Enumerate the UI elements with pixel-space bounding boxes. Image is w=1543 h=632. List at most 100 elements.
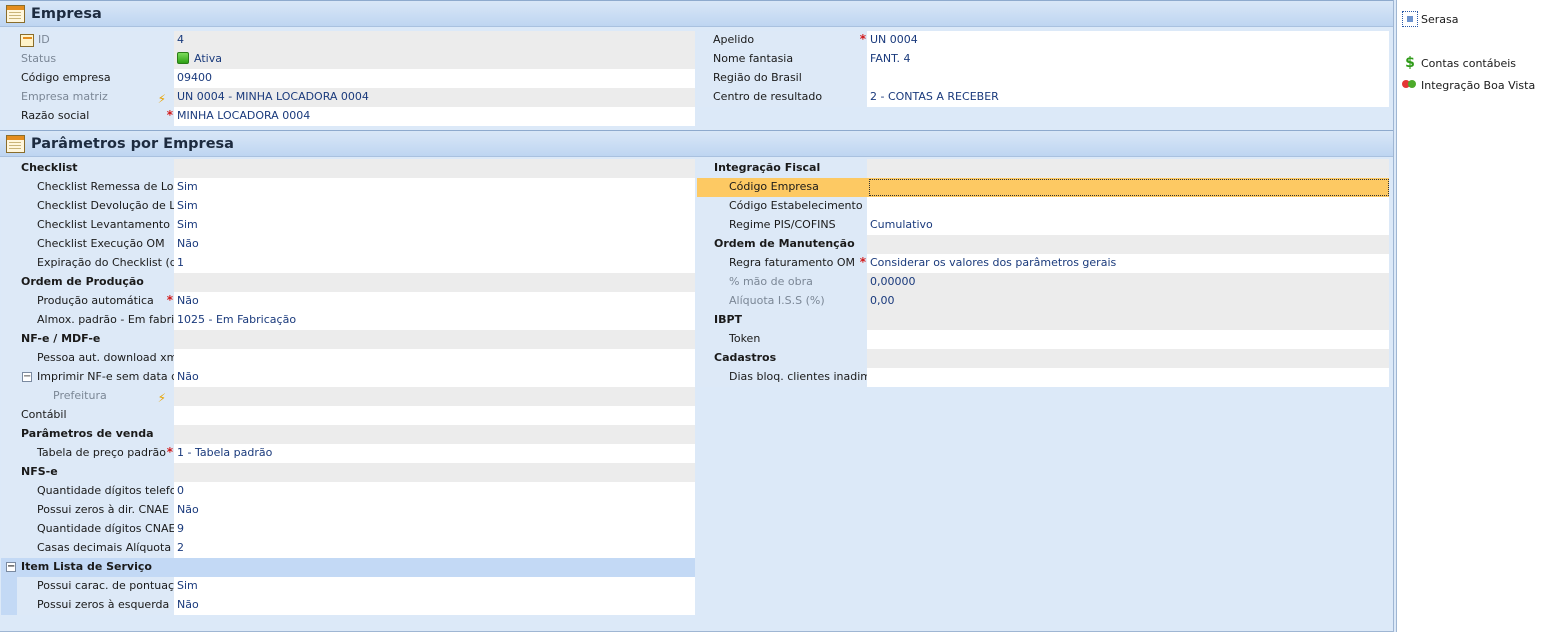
category-nfse[interactable]: NFS-e — [1, 463, 695, 482]
regiao-field[interactable] — [867, 69, 1389, 88]
row-token[interactable]: Token — [697, 330, 1389, 349]
status-value[interactable]: Ativa — [174, 50, 695, 69]
mao-obra-value[interactable]: 0,00000 — [867, 273, 1389, 292]
row-regime[interactable]: Regime PIS/COFINS Cumulativo — [697, 216, 1389, 235]
category-value — [174, 273, 695, 292]
row-codigo-empresa[interactable]: Código empresa 09400 — [1, 69, 695, 88]
row-almox[interactable]: Almox. padrão - Em fabricação 1025 - Em … — [1, 311, 695, 330]
row-empresa-matriz[interactable]: Empresa matriz ⚡ UN 0004 - MINHA LOCADOR… — [1, 88, 695, 107]
zeros-esquerda-field[interactable]: Não — [174, 596, 695, 615]
aliquota-iss-value[interactable]: 0,00 — [867, 292, 1389, 311]
row-zeros-cnae[interactable]: Possui zeros à dir. CNAE Não — [1, 501, 695, 520]
parametros-header[interactable]: Parâmetros por Empresa — [0, 130, 1393, 157]
lightning-icon[interactable]: ⚡ — [158, 389, 166, 406]
checklist-devolucao-field[interactable]: Sim — [174, 197, 695, 216]
category-nfe[interactable]: NF-e / MDF-e — [1, 330, 695, 349]
zeros-cnae-label: Possui zeros à dir. CNAE — [1, 501, 174, 520]
collapse-icon[interactable]: − — [6, 562, 16, 572]
row-zeros-esquerda[interactable]: Possui zeros à esquerda Não — [1, 596, 695, 615]
category-label: NFS-e — [1, 463, 174, 482]
required-asterisk: * — [166, 108, 173, 122]
expiracao-field[interactable]: 1 — [174, 254, 695, 273]
empresa-matriz-value[interactable]: UN 0004 - MINHA LOCADORA 0004 — [174, 88, 695, 107]
row-qtd-cnae[interactable]: Quantidade dígitos CNAE 9 — [1, 520, 695, 539]
row-tabela-preco[interactable]: Tabela de preço padrão * 1 - Tabela padrã… — [1, 444, 695, 463]
row-nome-fantasia[interactable]: Nome fantasia FANT. 4 — [697, 50, 1389, 69]
razao-social-field[interactable]: MINHA LOCADORA 0004 — [174, 107, 695, 126]
row-carac-pontuacao[interactable]: Possui carac. de pontuação Sim — [1, 577, 695, 596]
integracao-boa-vista-link[interactable]: Integração Boa Vista — [1402, 76, 1535, 94]
producao-automatica-field[interactable]: Não — [174, 292, 695, 311]
row-expiracao[interactable]: Expiração do Checklist (dias) 1 — [1, 254, 695, 273]
category-integracao-fiscal[interactable]: Integração Fiscal — [697, 159, 1389, 178]
regra-faturamento-field[interactable]: Considerar os valores dos parâmetros ger… — [867, 254, 1389, 273]
empresa-header[interactable]: Empresa — [0, 0, 1393, 27]
lightning-icon[interactable]: ⚡ — [158, 90, 166, 107]
category-ordem-manut[interactable]: Ordem de Manutenção — [697, 235, 1389, 254]
contas-contabeis-link[interactable]: $ Contas contábeis — [1402, 54, 1516, 72]
row-checklist-execucao[interactable]: Checklist Execução OM Não — [1, 235, 695, 254]
row-contabil[interactable]: Contábil — [1, 406, 695, 425]
row-centro-resultado[interactable]: Centro de resultado 2 - CONTAS A RECEBER — [697, 88, 1389, 107]
row-producao-automatica[interactable]: Produção automática * Não — [1, 292, 695, 311]
qtd-telefone-field[interactable]: 0 — [174, 482, 695, 501]
row-checklist-remessa[interactable]: Checklist Remessa de Locação Sim — [1, 178, 695, 197]
imprimir-nfe-field[interactable]: Não — [174, 368, 695, 387]
casas-iss-field[interactable]: 2 — [174, 539, 695, 558]
row-apelido[interactable]: Apelido * UN 0004 — [697, 31, 1389, 50]
carac-pontuacao-field[interactable]: Sim — [174, 577, 695, 596]
collapse-icon[interactable]: − — [22, 372, 32, 382]
category-checklist[interactable]: Checklist — [1, 159, 695, 178]
serasa-label: Serasa — [1421, 12, 1459, 26]
row-qtd-telefone[interactable]: Quantidade dígitos telefone 0 — [1, 482, 695, 501]
row-codigo-empresa-fiscal[interactable]: Código Empresa — [697, 178, 1389, 197]
row-status[interactable]: Status Ativa — [1, 50, 695, 69]
row-id[interactable]: ID 4 — [1, 31, 695, 50]
token-field[interactable] — [867, 330, 1389, 349]
row-pessoa-xml[interactable]: Pessoa aut. download xml — [1, 349, 695, 368]
edit-focus-box[interactable] — [869, 179, 1389, 196]
row-regra-faturamento[interactable]: Regra faturamento OM * Considerar os valo… — [697, 254, 1389, 273]
codigo-empresa-fiscal-field[interactable] — [867, 178, 1389, 197]
category-value — [867, 349, 1389, 368]
prefeitura-value[interactable] — [174, 387, 695, 406]
category-cadastros[interactable]: Cadastros — [697, 349, 1389, 368]
regime-field[interactable]: Cumulativo — [867, 216, 1389, 235]
pessoa-xml-field[interactable] — [174, 349, 695, 368]
dias-bloq-field[interactable] — [867, 368, 1389, 387]
category-ibpt[interactable]: IBPT — [697, 311, 1389, 330]
row-checklist-levantamento[interactable]: Checklist Levantamento OM Sim — [1, 216, 695, 235]
category-item-lista[interactable]: − Item Lista de Serviço — [1, 558, 695, 577]
row-regiao[interactable]: Região do Brasil — [697, 69, 1389, 88]
checklist-remessa-field[interactable]: Sim — [174, 178, 695, 197]
serasa-icon — [1402, 11, 1418, 27]
zeros-cnae-field[interactable]: Não — [174, 501, 695, 520]
row-casas-iss[interactable]: Casas decimais Alíquota ISS 2 — [1, 539, 695, 558]
casas-iss-label: Casas decimais Alíquota ISS — [1, 539, 174, 558]
row-dias-bloq[interactable]: Dias bloq. clientes inadimplentes — [697, 368, 1389, 387]
nome-fantasia-field[interactable]: FANT. 4 — [867, 50, 1389, 69]
row-codigo-estab[interactable]: Código Estabelecimento — [697, 197, 1389, 216]
qtd-cnae-field[interactable]: 9 — [174, 520, 695, 539]
checklist-execucao-field[interactable]: Não — [174, 235, 695, 254]
contabil-field[interactable] — [174, 406, 695, 425]
id-value[interactable]: 4 — [174, 31, 695, 50]
category-param-venda[interactable]: Parâmetros de venda — [1, 425, 695, 444]
row-aliquota-iss[interactable]: Alíquota I.S.S (%) 0,00 — [697, 292, 1389, 311]
row-checklist-devolucao[interactable]: Checklist Devolução de Locação Sim — [1, 197, 695, 216]
serasa-link[interactable]: Serasa — [1402, 10, 1459, 28]
tabela-preco-field[interactable]: 1 - Tabela padrão — [174, 444, 695, 463]
checklist-levantamento-field[interactable]: Sim — [174, 216, 695, 235]
row-mao-obra[interactable]: % mão de obra 0,00000 — [697, 273, 1389, 292]
row-imprimir-nfe[interactable]: − Imprimir NF-e sem data de Emissão Não — [1, 368, 695, 387]
expiracao-label: Expiração do Checklist (dias) — [1, 254, 174, 273]
codigo-estab-field[interactable] — [867, 197, 1389, 216]
row-razao-social[interactable]: Razão social * MINHA LOCADORA 0004 — [1, 107, 695, 126]
row-prefeitura[interactable]: Prefeitura ⚡ — [1, 387, 695, 406]
apelido-field[interactable]: UN 0004 — [867, 31, 1389, 50]
centro-resultado-field[interactable]: 2 - CONTAS A RECEBER — [867, 88, 1389, 107]
category-value — [174, 425, 695, 444]
codigo-empresa-field[interactable]: 09400 — [174, 69, 695, 88]
category-ordem-producao[interactable]: Ordem de Produção — [1, 273, 695, 292]
almox-field[interactable]: 1025 - Em Fabricação — [174, 311, 695, 330]
